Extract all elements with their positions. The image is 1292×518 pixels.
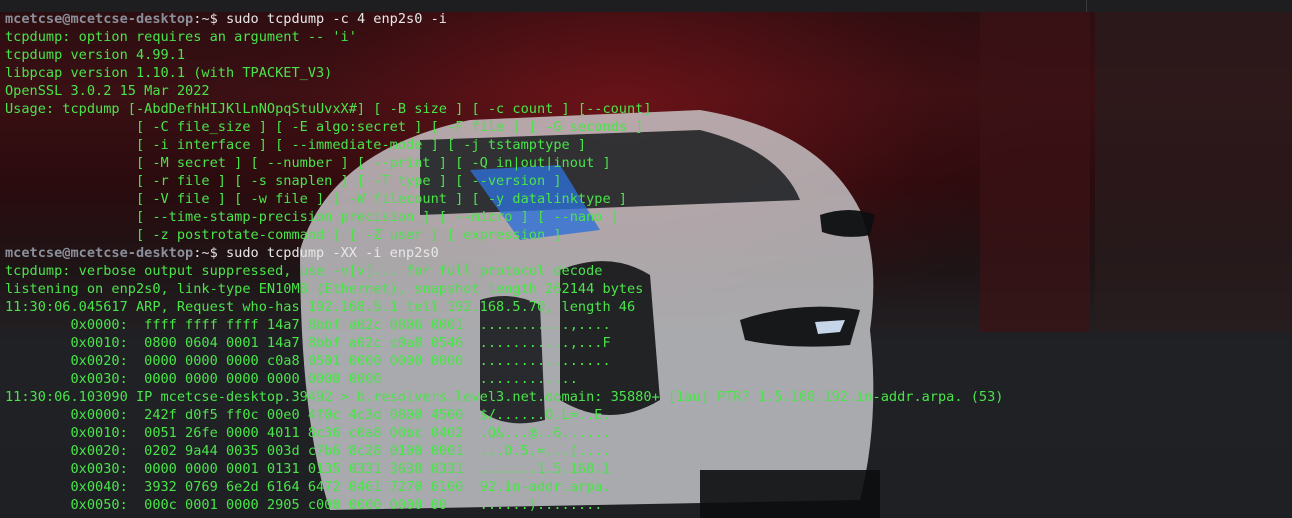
output-line: [ -M secret ] [ --number ] [ --print ] [… (5, 155, 611, 171)
output-line: 0x0000: 242f d0f5 ff0c 00e0 4f0c 4c3d 08… (5, 407, 611, 423)
output-line: 0x0030: 0000 0000 0000 0000 0000 0000 ..… (5, 371, 578, 387)
output-line: 0x0030: 0000 0000 0001 0131 0135 0331 36… (5, 461, 611, 477)
output-line: listening on enp2s0, link-type EN10MB (E… (5, 281, 644, 297)
output-line: tcpdump: option requires an argument -- … (5, 29, 357, 45)
output-line: 0x0010: 0800 0604 0001 14a7 8bbf a02c c0… (5, 335, 611, 351)
output-line: 0x0020: 0000 0000 0000 c0a8 0501 0000 00… (5, 353, 611, 369)
output-line: 0x0000: ffff ffff ffff 14a7 8bbf a02c 08… (5, 317, 611, 333)
output-line: Usage: tcpdump [-AbdDefhHIJKlLnNOpqStuUv… (5, 101, 652, 117)
output-line: 11:30:06.103090 IP mcetcse-desktop.39492… (5, 389, 1004, 405)
output-line: 0x0010: 0051 26fe 0000 4011 8c36 c0a8 00… (5, 425, 611, 441)
output-line: 0x0020: 0202 9a44 0035 003d c7b6 8c28 01… (5, 443, 611, 459)
prompt-user-host: mcetcse@mcetcse-desktop (5, 245, 194, 261)
output-line: [ -r file ] [ -s snaplen ] [ -T type ] [… (5, 173, 562, 189)
output-line: tcpdump version 4.99.1 (5, 47, 186, 63)
prompt-path: :~$ (193, 11, 218, 27)
output-line: [ -z postrotate-command ] [ -Z user ] [ … (5, 227, 562, 243)
output-line: [ -V file ] [ -w file ] [ -W filecount ]… (5, 191, 627, 207)
prompt-line: mcetcse@mcetcse-desktop:~$ sudo tcpdump … (5, 244, 1003, 262)
output-line: tcpdump: verbose output suppressed, use … (5, 263, 603, 279)
output-line: 0x0050: 000c 0001 0000 2905 c000 0000 00… (5, 497, 603, 513)
prompt-path: :~$ (193, 245, 218, 261)
output-line: 11:30:06.045617 ARP, Request who-has 192… (5, 299, 636, 315)
prompt-user-host: mcetcse@mcetcse-desktop (5, 11, 194, 27)
output-line: [ --time-stamp-precision precision ] [ -… (5, 209, 619, 225)
output-line: OpenSSL 3.0.2 15 Mar 2022 (5, 83, 210, 99)
output-line: [ -i interface ] [ --immediate-mode ] [ … (5, 137, 587, 153)
command-text: sudo tcpdump -XX -i enp2s0 (217, 245, 439, 261)
tab-divider (1086, 0, 1089, 12)
command-text: sudo tcpdump -c 4 enp2s0 -i (217, 11, 447, 27)
terminal-output: mcetcse@mcetcse-desktop:~$ sudo tcpdump … (5, 10, 1003, 514)
terminal-window[interactable]: mcetcse@mcetcse-desktop:~$ sudo tcpdump … (0, 0, 1292, 518)
output-line: [ -C file_size ] [ -E algo:secret ] [ -F… (5, 119, 644, 135)
output-line: 0x0040: 3932 0769 6e2d 6164 6472 0461 72… (5, 479, 611, 495)
prompt-line: mcetcse@mcetcse-desktop:~$ sudo tcpdump … (5, 10, 1003, 28)
output-line: libpcap version 1.10.1 (with TPACKET_V3) (5, 65, 333, 81)
